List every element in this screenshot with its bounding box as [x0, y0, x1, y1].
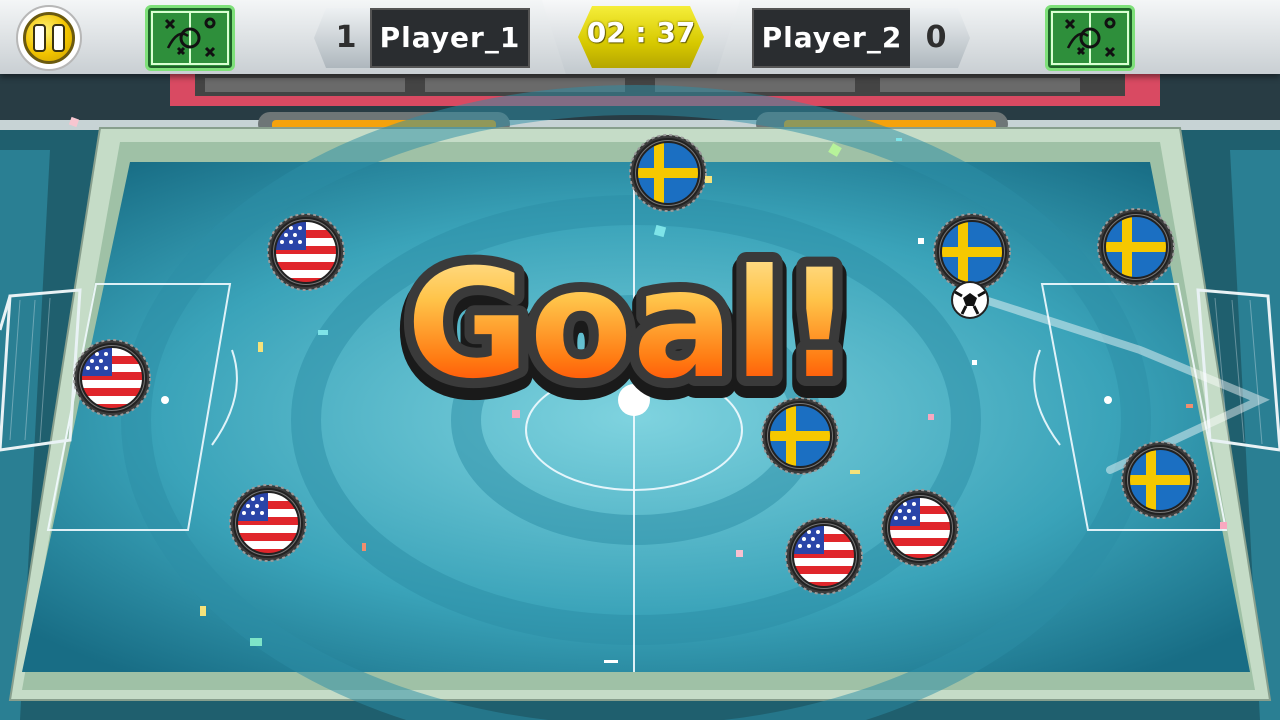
player2-score-plate: 0: [910, 8, 970, 68]
sweden-cap[interactable]: [1098, 209, 1174, 285]
player2-name: Player_2: [752, 8, 912, 68]
tactics-button-right[interactable]: [1045, 5, 1135, 71]
usa-cap[interactable]: [882, 490, 958, 566]
match-timer: 02 : 37: [542, 0, 740, 74]
goal-text: Goal!: [406, 238, 853, 412]
player1-name: Player_1: [370, 8, 530, 68]
sweden-cap[interactable]: [934, 214, 1010, 290]
pause-button[interactable]: [16, 5, 82, 71]
usa-cap[interactable]: [230, 485, 306, 561]
usa-cap[interactable]: [268, 214, 344, 290]
player2-score: 0: [925, 20, 947, 55]
usa-cap[interactable]: [786, 518, 862, 594]
tactics-board-icon: [151, 11, 229, 65]
sweden-cap[interactable]: [1122, 442, 1198, 518]
timer-text: 02 : 37: [586, 16, 696, 49]
player1-score: 1: [335, 20, 357, 55]
usa-cap[interactable]: [74, 340, 150, 416]
sweden-cap[interactable]: [630, 135, 706, 211]
soccer-ball: [951, 281, 989, 319]
hud: 1 Player_1 02 : 37 Player_2 0: [0, 0, 1280, 78]
tactics-board-icon: [1051, 11, 1129, 65]
tactics-button-left[interactable]: [145, 5, 235, 71]
pause-icon: [23, 12, 75, 64]
goal-banner: Goal! Goal! Goal!: [392, 236, 867, 421]
player1-score-plate: 1: [314, 8, 374, 68]
